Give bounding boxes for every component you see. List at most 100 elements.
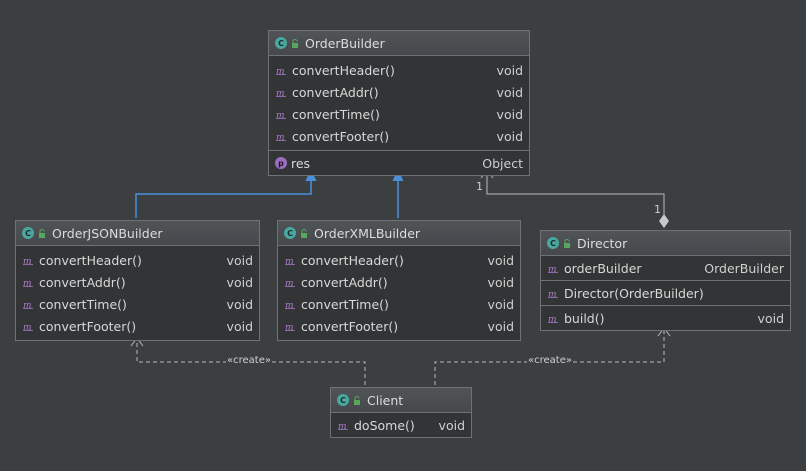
method-m-icon: m: [23, 257, 33, 266]
method-row[interactable]: m convertAddr() void: [278, 271, 520, 293]
property-type: Object: [482, 155, 523, 171]
method-return-type: void: [496, 84, 523, 100]
methods-section: m build() void: [541, 306, 790, 330]
aggregation-diamond: [659, 214, 669, 228]
create-stereotype-right: «create»: [527, 355, 573, 367]
methods-section: m convertHeader() void m convertAddr() v…: [278, 246, 520, 340]
class-header: C OrderXMLBuilder: [278, 221, 520, 246]
class-header: C Director: [541, 231, 790, 256]
method-name: build(): [564, 310, 605, 326]
method-m-icon: m: [338, 422, 348, 431]
properties-section: p res Object: [269, 151, 529, 175]
method-row[interactable]: m convertFooter() void: [16, 315, 259, 337]
method-return-type: void: [496, 128, 523, 144]
constructor-row[interactable]: m Director(OrderBuilder): [541, 282, 790, 304]
method-return-type: void: [438, 417, 465, 433]
method-name: convertFooter(): [292, 128, 390, 144]
method-row[interactable]: m doSome() void: [331, 414, 471, 436]
class-order-xml-builder[interactable]: C OrderXMLBuilder m convertHeader() void…: [277, 220, 521, 341]
class-c-icon: C: [547, 237, 559, 249]
fields-section: m orderBuilder OrderBuilder: [541, 256, 790, 281]
method-name: convertAddr(): [301, 274, 388, 290]
methods-section: m convertHeader() void m convertAddr() v…: [269, 56, 529, 151]
class-director[interactable]: C Director m orderBuilder OrderBuilder m…: [540, 230, 791, 331]
method-row[interactable]: m convertHeader() void: [278, 249, 520, 271]
method-name: convertHeader(): [301, 252, 404, 268]
method-name: convertFooter(): [39, 318, 137, 334]
method-return-type: void: [487, 318, 514, 334]
method-m-icon: m: [23, 301, 33, 310]
method-m-icon: m: [276, 67, 286, 76]
class-order-json-builder[interactable]: C OrderJSONBuilder m convertHeader() voi…: [15, 220, 260, 341]
method-row[interactable]: m convertHeader() void: [16, 249, 259, 271]
method-row[interactable]: m convertTime() void: [16, 293, 259, 315]
method-name: convertHeader(): [39, 252, 142, 268]
method-m-icon: m: [276, 111, 286, 120]
field-type: OrderBuilder: [704, 260, 784, 276]
class-name: OrderXMLBuilder: [314, 225, 421, 241]
public-lock-icon: [301, 228, 307, 238]
method-return-type: void: [226, 296, 253, 312]
class-name: OrderJSONBuilder: [52, 225, 163, 241]
property-row[interactable]: p res Object: [269, 152, 529, 174]
class-c-icon: C: [22, 227, 34, 239]
method-return-type: void: [757, 310, 784, 326]
method-return-type: void: [226, 252, 253, 268]
class-name: Director: [577, 235, 628, 251]
methods-section: m doSome() void: [331, 413, 471, 437]
method-name: convertTime(): [292, 106, 380, 122]
method-return-type: void: [487, 252, 514, 268]
property-name: res: [291, 155, 311, 171]
method-m-icon: m: [23, 279, 33, 288]
class-header: C OrderBuilder: [269, 31, 529, 56]
method-m-icon: m: [23, 323, 33, 332]
method-row[interactable]: m convertAddr() void: [269, 81, 529, 103]
class-c-icon: C: [284, 227, 296, 239]
multiplicity-target: 1: [476, 180, 483, 193]
public-lock-icon: [292, 38, 298, 48]
method-name: convertTime(): [301, 296, 389, 312]
inheritance-json-to-builder: [135, 172, 312, 218]
class-name: Client: [367, 392, 404, 408]
constructor-name: Director(OrderBuilder): [564, 285, 704, 301]
method-return-type: void: [487, 274, 514, 290]
method-m-icon: m: [285, 279, 295, 288]
public-lock-icon: [39, 228, 45, 238]
method-return-type: void: [226, 318, 253, 334]
method-row[interactable]: m convertTime() void: [269, 103, 529, 125]
method-m-icon: m: [285, 323, 295, 332]
method-m-icon: m: [548, 265, 558, 274]
method-m-icon: m: [276, 89, 286, 98]
method-row[interactable]: m convertTime() void: [278, 293, 520, 315]
multiplicity-source: 1: [654, 203, 661, 216]
class-client[interactable]: C Client m doSome() void: [330, 387, 472, 438]
class-c-icon: C: [275, 37, 287, 49]
method-name: convertTime(): [39, 296, 127, 312]
methods-section: m convertHeader() void m convertAddr() v…: [16, 246, 259, 340]
method-row[interactable]: m build() void: [541, 307, 790, 329]
create-stereotype-left: «create»: [226, 355, 272, 367]
class-header: C OrderJSONBuilder: [16, 221, 259, 246]
method-m-icon: m: [276, 133, 286, 142]
method-return-type: void: [226, 274, 253, 290]
method-m-icon: m: [548, 315, 558, 324]
method-name: convertAddr(): [292, 84, 379, 100]
method-name: doSome(): [354, 417, 415, 433]
class-header: C Client: [331, 388, 471, 413]
method-row[interactable]: m convertAddr() void: [16, 271, 259, 293]
field-name: orderBuilder: [564, 260, 642, 276]
method-row[interactable]: m convertFooter() void: [278, 315, 520, 337]
class-order-builder[interactable]: C OrderBuilder m convertHeader() void m …: [268, 30, 530, 176]
class-name: OrderBuilder: [305, 35, 385, 51]
method-row[interactable]: m convertHeader() void: [269, 59, 529, 81]
method-row[interactable]: m convertFooter() void: [269, 125, 529, 147]
property-p-icon: p: [275, 157, 287, 169]
method-name: convertHeader(): [292, 62, 395, 78]
field-row[interactable]: m orderBuilder OrderBuilder: [541, 257, 790, 279]
method-return-type: void: [496, 106, 523, 122]
method-return-type: void: [496, 62, 523, 78]
public-lock-icon: [564, 238, 570, 248]
class-c-icon: C: [337, 394, 349, 406]
public-lock-icon: [354, 395, 360, 405]
constructors-section: m Director(OrderBuilder): [541, 281, 790, 306]
